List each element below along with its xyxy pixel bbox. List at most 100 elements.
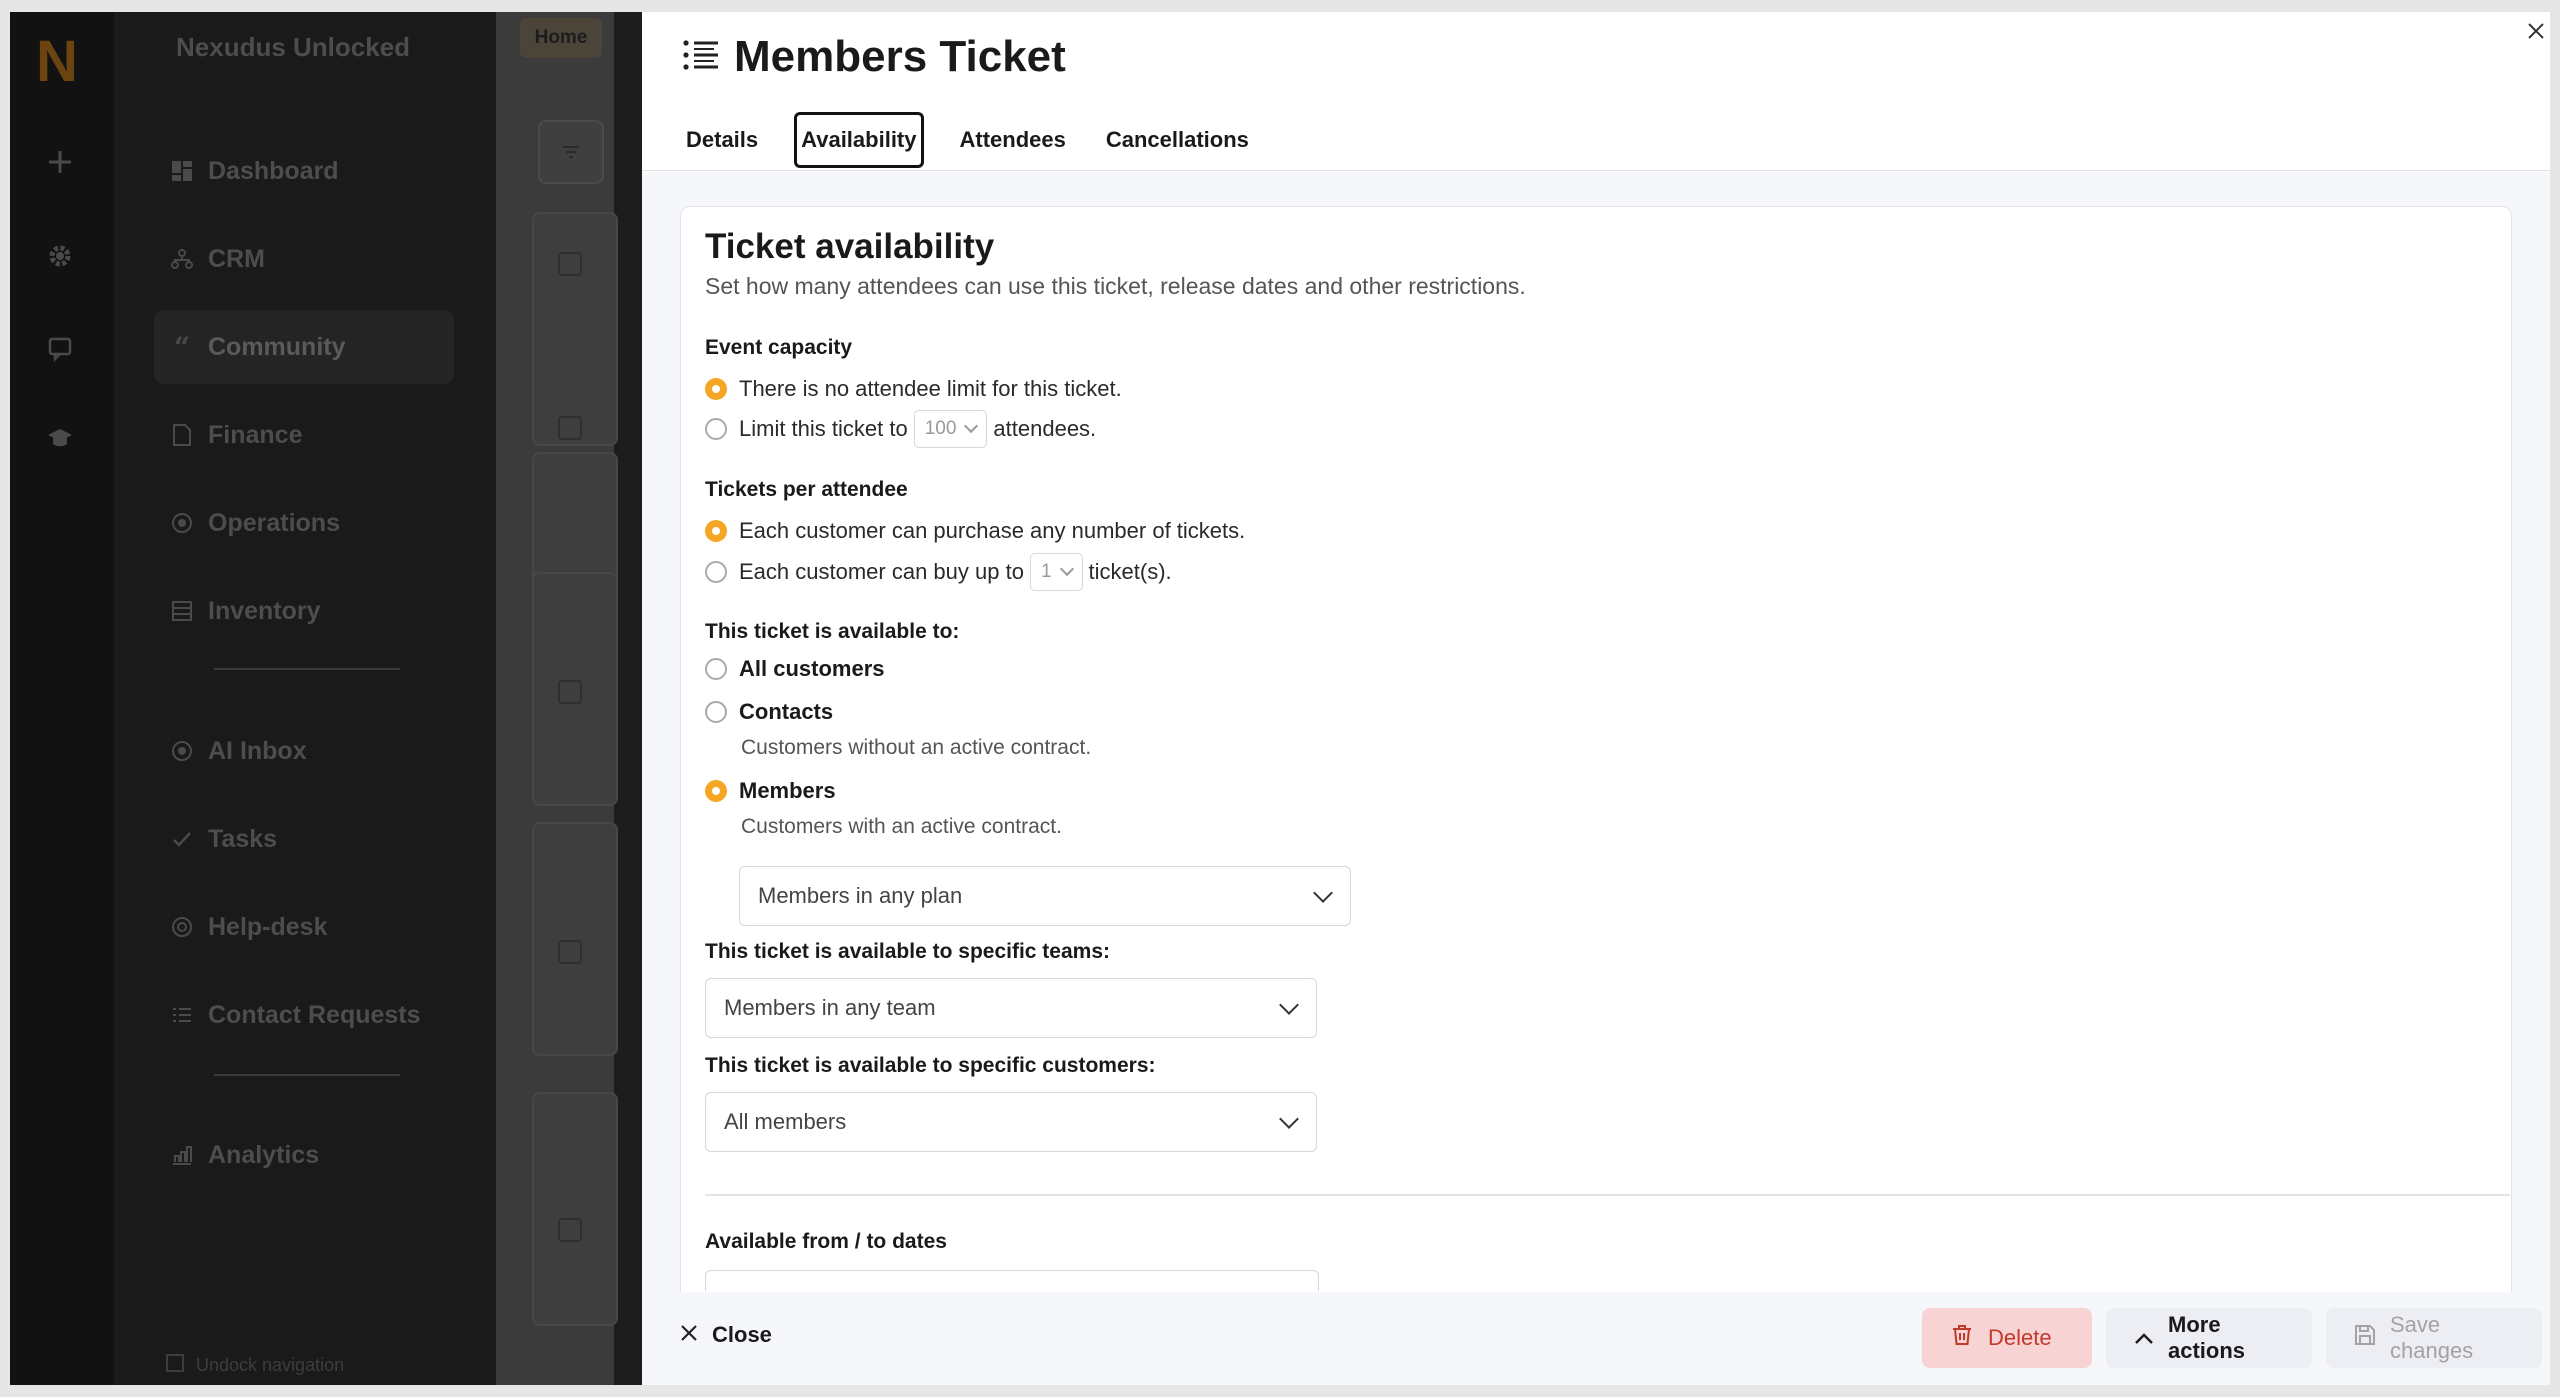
sidebar-item-community[interactable]: “ Community <box>154 310 454 384</box>
option-any-number-of-tickets[interactable]: Each customer can purchase any number of… <box>705 518 1245 544</box>
delete-button[interactable]: Delete <box>1922 1308 2092 1368</box>
customers-label: This ticket is available to specific cus… <box>705 1054 1156 1077</box>
list-icon <box>682 39 720 76</box>
more-actions-button[interactable]: More actions <box>2106 1308 2312 1368</box>
option-limit-tickets[interactable]: Each customer can buy up to 1 ticket(s). <box>705 553 1172 591</box>
sidebar-item-label: Inventory <box>208 596 321 625</box>
customers-value: All members <box>724 1109 847 1134</box>
option-all-customers[interactable]: All customers <box>705 656 885 682</box>
sidebar-item-crm[interactable]: CRM <box>154 222 454 296</box>
sidebar-item-tasks[interactable]: Tasks <box>154 802 454 876</box>
sidebar: Nexudus Unlocked Dashboard CRM “ Communi… <box>114 12 496 1385</box>
ticket-availability-card: Ticket availability Set how many attende… <box>680 206 2512 1292</box>
lifebuoy-icon <box>170 915 194 939</box>
radio-unselected[interactable] <box>705 658 727 680</box>
sidebar-item-ai-inbox[interactable]: AI Inbox <box>154 714 454 788</box>
option-label: Contacts <box>739 699 834 724</box>
sidebar-item-label: Help-desk <box>208 912 328 941</box>
breadcrumb-home[interactable]: Home <box>520 18 602 58</box>
option-no-attendee-limit[interactable]: There is no attendee limit for this tick… <box>705 376 1122 402</box>
radio-selected[interactable] <box>705 780 727 802</box>
brand-name: Nexudus Unlocked <box>176 32 411 62</box>
tab-attendees[interactable]: Attendees <box>956 112 1070 168</box>
option-members[interactable]: Members <box>705 778 836 804</box>
tab-details[interactable]: Details <box>682 112 762 168</box>
option-label-suffix: attendees. <box>993 416 1097 441</box>
nav-divider <box>214 1074 400 1076</box>
option-label: Limit this ticket to <box>739 416 908 441</box>
members-hint: Customers with an active contract. <box>741 815 1062 838</box>
tab-cancellations[interactable]: Cancellations <box>1102 112 1253 168</box>
plus-icon[interactable] <box>46 148 74 176</box>
save-changes-button[interactable]: Save changes <box>2326 1308 2542 1368</box>
dates-label: Available from / to dates <box>705 1230 947 1253</box>
drawer-content: Ticket availability Set how many attende… <box>642 172 2550 1292</box>
sidebar-item-label: Dashboard <box>208 156 339 185</box>
trash-icon <box>1950 1323 1974 1353</box>
option-limit-attendees[interactable]: Limit this ticket to 100 attendees. <box>705 410 1096 448</box>
sidebar-item-inventory[interactable]: Inventory <box>154 574 454 648</box>
contacts-hint: Customers without an active contract. <box>741 736 1092 759</box>
teams-select[interactable]: Members in any team <box>705 978 1317 1038</box>
close-icon <box>680 1322 698 1348</box>
sidebar-item-label: Operations <box>208 508 340 537</box>
attendee-limit-select[interactable]: 100 <box>913 410 988 448</box>
sidebar-item-label: Community <box>208 332 346 361</box>
sidebar-item-label: Contact Requests <box>208 1000 421 1029</box>
crm-icon <box>170 247 194 271</box>
option-contacts[interactable]: Contacts <box>705 699 833 725</box>
sidebar-item-label: AI Inbox <box>208 736 307 765</box>
sidebar-item-operations[interactable]: Operations <box>154 486 454 560</box>
chevron-down-icon <box>964 418 979 434</box>
dates-input[interactable] <box>705 1270 1319 1291</box>
radio-unselected[interactable] <box>705 418 727 440</box>
close-icon[interactable] <box>2522 18 2550 46</box>
undock-icon <box>166 1354 184 1377</box>
nav-divider <box>214 668 400 670</box>
graduation-cap-icon[interactable] <box>46 424 74 452</box>
radio-unselected[interactable] <box>705 701 727 723</box>
close-label: Close <box>712 1322 772 1347</box>
delete-label: Delete <box>1988 1325 2052 1350</box>
filter-icon[interactable] <box>538 120 604 184</box>
radio-unselected[interactable] <box>705 561 727 583</box>
sidebar-item-label: Finance <box>208 420 303 449</box>
row-checkbox[interactable] <box>558 1218 582 1242</box>
row-checkbox[interactable] <box>558 680 582 704</box>
sidebar-item-contact-requests[interactable]: Contact Requests <box>154 978 454 1052</box>
sidebar-item-analytics[interactable]: Analytics <box>154 1118 454 1192</box>
icon-rail: N <box>10 12 114 1385</box>
row-checkbox[interactable] <box>558 416 582 440</box>
sidebar-item-dashboard[interactable]: Dashboard <box>154 134 454 208</box>
background-card <box>532 212 618 446</box>
section-divider <box>705 1194 2510 1196</box>
gear-icon[interactable] <box>46 242 74 270</box>
chevron-up-icon <box>2134 1325 2154 1351</box>
radio-selected[interactable] <box>705 520 727 542</box>
chat-icon[interactable] <box>46 334 74 363</box>
sidebar-item-finance[interactable]: Finance <box>154 398 454 472</box>
ai-inbox-icon <box>170 739 194 763</box>
option-label: All customers <box>739 656 885 681</box>
row-checkbox[interactable] <box>558 252 582 276</box>
undock-navigation[interactable]: Undock navigation <box>166 1354 344 1377</box>
members-plan-value: Members in any plan <box>758 883 963 908</box>
sidebar-item-label: CRM <box>208 244 265 273</box>
option-label-suffix: ticket(s). <box>1088 559 1172 584</box>
sidebar-item-label: Analytics <box>208 1140 320 1169</box>
tickets-limit-select[interactable]: 1 <box>1029 553 1083 591</box>
app-window: N Nexudus Unlocked Dashboard CRM “ Commu… <box>10 12 2550 1385</box>
tab-availability[interactable]: Availability <box>794 112 924 168</box>
option-label: There is no attendee limit for this tick… <box>739 376 1122 401</box>
tabs-divider <box>642 170 2550 171</box>
close-button[interactable]: Close <box>680 1322 772 1348</box>
tab-bar: Details Availability Attendees Cancellat… <box>682 112 1277 168</box>
nexudus-logo: N <box>36 29 78 94</box>
background-card <box>532 822 618 1056</box>
background-card <box>532 572 618 806</box>
members-plan-select[interactable]: Members in any plan <box>739 866 1351 926</box>
customers-select[interactable]: All members <box>705 1092 1317 1152</box>
row-checkbox[interactable] <box>558 940 582 964</box>
sidebar-item-help-desk[interactable]: Help-desk <box>154 890 454 964</box>
radio-selected[interactable] <box>705 378 727 400</box>
